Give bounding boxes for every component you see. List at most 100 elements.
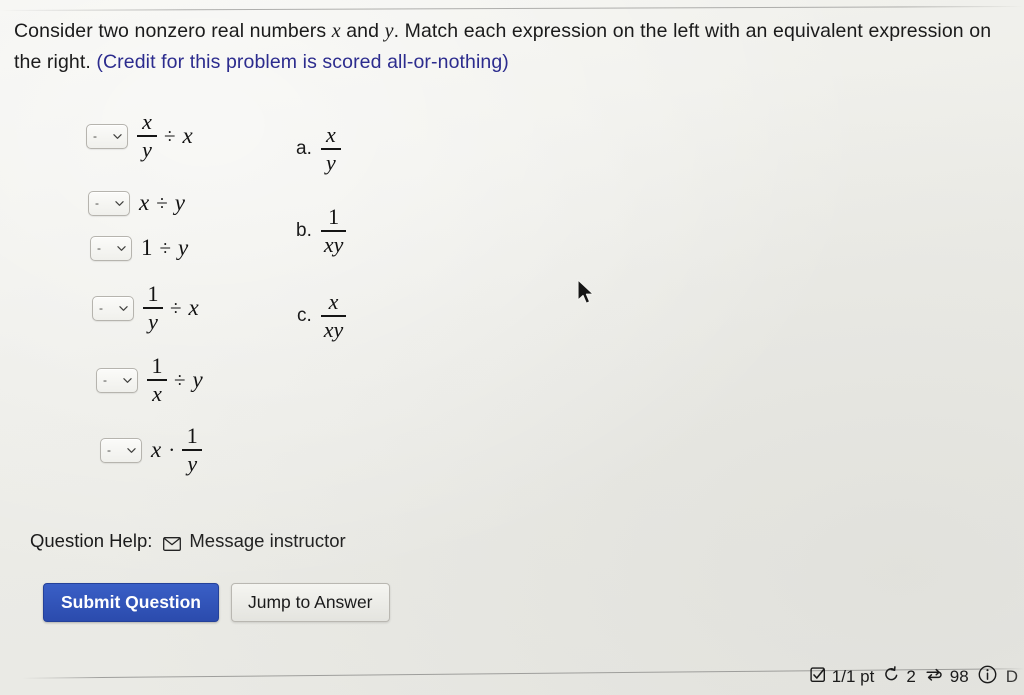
match-row-3: - 1 ÷ y xyxy=(90,228,188,268)
match-select-6-value: - xyxy=(107,442,111,457)
fraction-numerator: x xyxy=(328,289,339,314)
match-expression-2: x ÷ y xyxy=(139,190,185,216)
match-select-1[interactable]: - xyxy=(86,123,128,149)
views-group: 98 xyxy=(925,667,969,688)
chevron-down-icon xyxy=(119,304,128,313)
left-term: x xyxy=(151,437,162,462)
match-select-1-value: - xyxy=(93,128,97,143)
question-page: Consider two nonzero real numbers x and … xyxy=(0,0,1024,695)
message-instructor-label: Message instructor xyxy=(189,530,346,551)
match-row-1: - x y ÷ x xyxy=(86,111,193,160)
match-expression-5: 1 x ÷ y xyxy=(147,355,203,405)
submit-question-button[interactable]: Submit Question xyxy=(43,583,219,622)
option-b-label: b. xyxy=(296,219,312,241)
chevron-down-icon xyxy=(123,376,132,385)
fraction-denominator: y xyxy=(148,308,158,334)
status-trailing-text: D xyxy=(1005,667,1018,686)
match-select-3[interactable]: - xyxy=(90,235,132,261)
match-row-2: - x ÷ y xyxy=(88,183,185,223)
fraction-numerator: 1 xyxy=(147,281,159,307)
fraction-denominator: xy xyxy=(323,231,344,257)
option-b-expression: 1 xy xyxy=(320,204,347,257)
match-select-6[interactable]: - xyxy=(100,437,142,463)
option-c-expression: x xy xyxy=(320,289,347,342)
fraction-numerator: 1 xyxy=(186,423,198,449)
prompt-variable-x: x xyxy=(331,20,341,42)
operand: y xyxy=(178,235,189,260)
operator: ÷ xyxy=(159,235,172,260)
match-expression-3: 1 ÷ y xyxy=(141,235,188,261)
match-row-6: - x · 1 y xyxy=(100,425,203,474)
fraction-denominator: y xyxy=(187,450,198,476)
fraction: 1 xy xyxy=(320,204,347,257)
match-select-5[interactable]: - xyxy=(96,367,138,393)
attempts-group: 2 xyxy=(883,666,916,688)
chevron-down-icon xyxy=(127,446,136,455)
fraction-numerator: x xyxy=(325,122,336,147)
operator: ÷ xyxy=(164,123,176,148)
option-c-label: c. xyxy=(297,304,312,326)
matching-area: - x y ÷ x - x ÷ y - 1 ÷ y - 1 y ÷ x - 1 … xyxy=(0,100,1024,500)
operator: ÷ xyxy=(174,367,186,392)
fraction: 1 y xyxy=(182,423,203,476)
option-c: c. x xy xyxy=(297,289,347,342)
checked-square-icon xyxy=(810,666,826,688)
question-prompt: Consider two nonzero real numbers x and … xyxy=(14,16,1014,78)
match-expression-6: x · 1 y xyxy=(151,423,203,476)
question-help: Question Help: Message instructor xyxy=(30,530,346,552)
match-expression-4: 1 y ÷ x xyxy=(143,283,199,333)
match-select-3-value: - xyxy=(97,240,101,255)
fraction-denominator: y xyxy=(325,149,336,175)
swap-arrows-icon xyxy=(925,667,944,688)
rotate-ccw-icon xyxy=(883,666,900,688)
question-status-bar: 1/1 pt 2 98 D xyxy=(810,665,1018,689)
points-group: 1/1 pt xyxy=(810,666,875,688)
match-select-2[interactable]: - xyxy=(88,190,130,216)
prompt-variable-y: y xyxy=(384,20,394,42)
match-select-2-value: - xyxy=(95,195,99,210)
operand: x xyxy=(182,123,193,148)
left-term: 1 xyxy=(141,235,153,260)
chevron-down-icon xyxy=(115,199,124,208)
match-row-5: - 1 x ÷ y xyxy=(96,355,203,404)
chevron-down-icon xyxy=(113,132,122,141)
fraction-numerator: 1 xyxy=(328,204,340,229)
fraction: x y xyxy=(320,122,341,175)
jump-to-answer-button[interactable]: Jump to Answer xyxy=(231,583,390,622)
fraction-numerator: x xyxy=(142,109,152,135)
option-a: a. x y xyxy=(296,124,341,174)
fraction: 1 y xyxy=(143,283,163,333)
prompt-text-part1: Consider two nonzero real numbers xyxy=(14,20,332,42)
chevron-down-icon xyxy=(117,244,126,253)
match-row-4: - 1 y ÷ x xyxy=(92,283,199,332)
match-select-5-value: - xyxy=(103,372,107,387)
info-circle-icon[interactable] xyxy=(978,665,997,689)
fraction-numerator: 1 xyxy=(151,353,163,379)
attempts-value: 2 xyxy=(906,667,916,686)
credit-note: (Credit for this problem is scored all-o… xyxy=(96,51,509,73)
action-buttons: Submit Question Jump to Answer xyxy=(43,583,390,622)
operator: ÷ xyxy=(156,190,168,215)
fraction: x y xyxy=(137,111,157,161)
envelope-icon xyxy=(163,534,182,551)
operand: y xyxy=(174,190,185,215)
fraction: x xy xyxy=(320,289,347,342)
match-expression-1: x y ÷ x xyxy=(137,111,193,161)
question-help-label: Question Help: xyxy=(30,530,153,551)
top-divider xyxy=(0,6,1024,11)
match-select-4[interactable]: - xyxy=(92,295,134,321)
operand: y xyxy=(192,367,203,392)
option-a-expression: x y xyxy=(320,122,341,175)
fraction: 1 x xyxy=(147,355,167,405)
fraction-denominator: xy xyxy=(323,316,344,342)
points-value: 1/1 pt xyxy=(831,667,875,686)
operand: x xyxy=(188,295,199,320)
left-term: x xyxy=(139,190,150,215)
option-a-label: a. xyxy=(296,137,312,159)
message-instructor-link[interactable]: Message instructor xyxy=(163,530,346,552)
operator: ÷ xyxy=(170,295,182,320)
views-value: 98 xyxy=(949,667,969,686)
option-b: b. 1 xy xyxy=(296,204,347,257)
prompt-text-mid: and xyxy=(340,20,385,42)
match-select-4-value: - xyxy=(99,300,103,315)
